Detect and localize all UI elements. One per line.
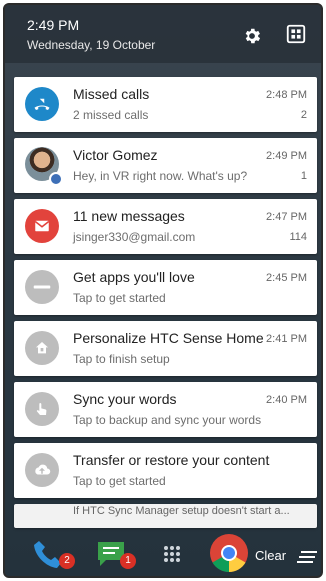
cloud-upload-icon	[25, 453, 59, 487]
gear-icon[interactable]	[242, 26, 262, 46]
date: Wednesday, 19 October	[27, 38, 156, 52]
notification-title: Sync your words	[73, 391, 177, 407]
notification-subtitle: jsinger330@gmail.com	[73, 230, 196, 244]
notification-time: 2:48 PM	[266, 89, 307, 101]
notification-gmail[interactable]: 11 new messages jsinger330@gmail.com 2:4…	[14, 199, 317, 254]
notification-count: 1	[300, 170, 307, 182]
notification-message-victor[interactable]: Victor Gomez Hey, in VR right now. What'…	[14, 138, 317, 193]
notification-time: 2:41 PM	[266, 333, 307, 345]
notification-header: 2:49 PM Wednesday, 19 October	[5, 5, 321, 63]
clear-button[interactable]: Clear	[255, 548, 286, 563]
notification-title: Personalize HTC Sense Home	[73, 330, 264, 346]
notification-missed-calls[interactable]: Missed calls 2 missed calls 2:48 PM 2	[14, 77, 317, 132]
notification-subtitle: Tap to get started	[73, 291, 166, 305]
gmail-icon	[25, 209, 59, 243]
notification-subtitle: Tap to finish setup	[73, 352, 170, 366]
notification-time: 2:40 PM	[266, 394, 307, 406]
notification-subtitle: Tap to backup and sync your words	[73, 413, 262, 427]
notification-subtitle: Hey, in VR right now. What's up?	[73, 169, 248, 183]
clear-all-icon[interactable]	[297, 548, 319, 566]
phone-badge: 2	[59, 553, 75, 569]
notification-count: 114	[289, 231, 307, 243]
messages-badge: 1	[120, 553, 136, 569]
notification-title: Victor Gomez	[73, 147, 158, 163]
phone-screen: 2:49 PM Wednesday, 19 October Missed cal…	[3, 3, 323, 578]
notification-count: 2	[300, 109, 307, 121]
notification-subtitle: Tap to get started	[73, 474, 166, 488]
missed-call-icon	[25, 87, 59, 121]
notification-list: Missed calls 2 missed calls 2:48 PM 2 Vi…	[14, 77, 317, 504]
home-icon	[25, 331, 59, 365]
notification-sync-manager-peek[interactable]: If HTC Sync Manager setup doesn't start …	[14, 504, 317, 528]
notification-time: 2:45 PM	[266, 272, 307, 284]
notification-get-apps[interactable]: Get apps you'll love Tap to get started …	[14, 260, 317, 315]
notification-title: Missed calls	[73, 86, 150, 102]
notification-title: 11 new messages	[73, 208, 185, 224]
quick-settings-icon[interactable]	[285, 23, 307, 45]
notification-title: Get apps you'll love	[73, 269, 195, 285]
notification-title: Transfer or restore your content	[73, 452, 270, 468]
notification-time: 2:49 PM	[266, 150, 307, 162]
notification-personalize[interactable]: Personalize HTC Sense Home Tap to finish…	[14, 321, 317, 376]
chrome-icon[interactable]	[209, 533, 249, 573]
notification-subtitle: 2 missed calls	[73, 108, 149, 122]
notification-subtitle: If HTC Sync Manager setup doesn't start …	[73, 505, 290, 517]
notification-transfer[interactable]: Transfer or restore your content Tap to …	[14, 443, 317, 498]
notification-sync-words[interactable]: Sync your words Tap to backup and sync y…	[14, 382, 317, 437]
touch-icon	[25, 392, 59, 426]
messages-badge-icon	[49, 172, 63, 186]
app-drawer-icon[interactable]	[155, 537, 189, 571]
notification-time: 2:47 PM	[266, 211, 307, 223]
clock: 2:49 PM	[27, 17, 80, 33]
store-icon	[25, 270, 59, 304]
